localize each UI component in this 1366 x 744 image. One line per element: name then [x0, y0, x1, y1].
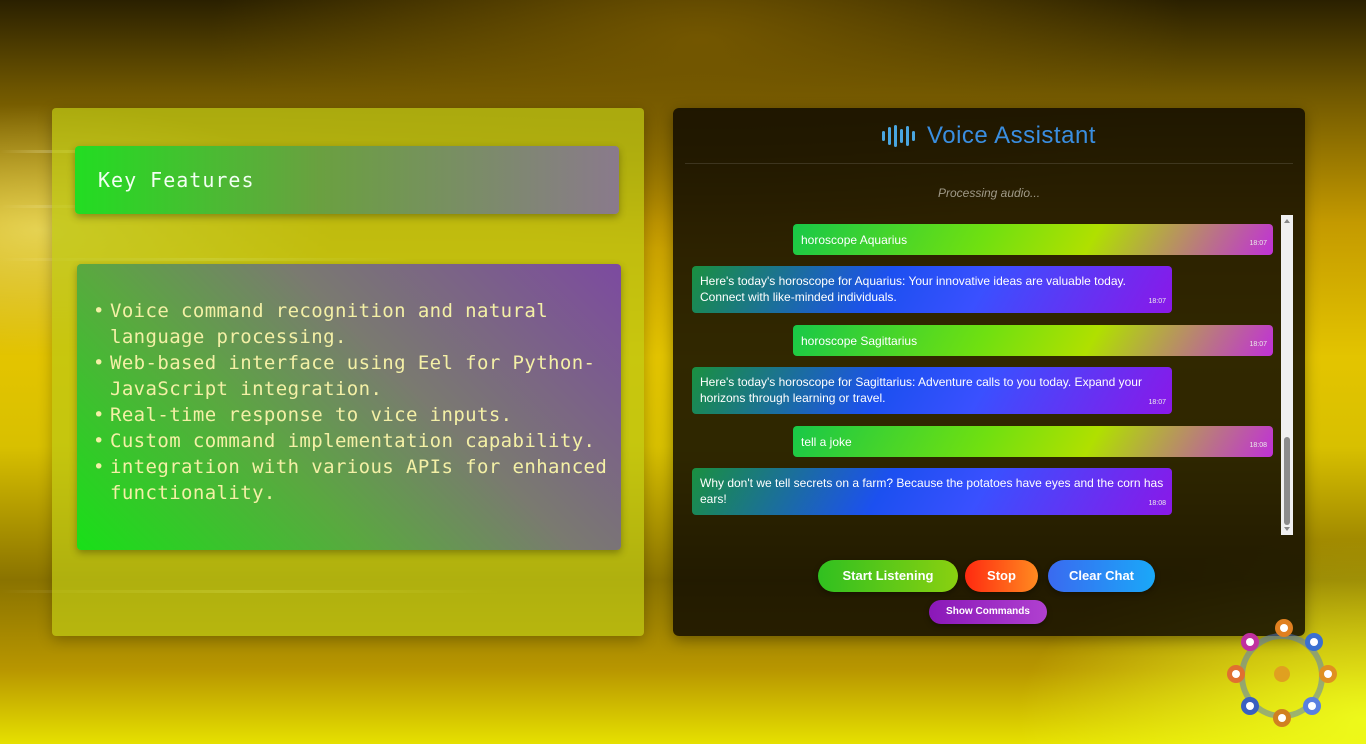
feature-item: Custom command implementation capability…	[93, 428, 611, 454]
bot-message: Here's today's horoscope for Aquarius: Y…	[692, 266, 1172, 313]
message-text: tell a joke	[801, 435, 852, 449]
user-message: horoscope Aquarius 18:07	[793, 224, 1273, 255]
scroll-down-arrow-icon[interactable]	[1284, 527, 1290, 531]
message-time: 18:07	[1148, 399, 1166, 406]
message-time: 18:07	[1249, 240, 1267, 247]
scroll-up-arrow-icon[interactable]	[1284, 219, 1290, 223]
clear-chat-button[interactable]: Clear Chat	[1048, 560, 1155, 592]
message-time: 18:08	[1249, 442, 1267, 449]
assistant-header: Voice Assistant	[685, 108, 1293, 164]
features-list: Voice command recognition and natural la…	[93, 298, 611, 506]
feature-item: Web-based interface using Eel for Python…	[93, 350, 611, 402]
message-text: Here's today's horoscope for Aquarius: Y…	[700, 274, 1126, 304]
sound-wave-icon	[882, 124, 916, 147]
message-text: Here's today's horoscope for Sagittarius…	[700, 375, 1142, 405]
message-text: horoscope Sagittarius	[801, 334, 918, 348]
scroll-thumb[interactable]	[1284, 437, 1290, 525]
chat-area[interactable]: horoscope Aquarius 18:07 Here's today's …	[685, 215, 1293, 535]
user-message: tell a joke 18:08	[793, 426, 1273, 457]
message-time: 18:07	[1249, 341, 1267, 348]
features-body: Voice command recognition and natural la…	[77, 264, 621, 550]
message-time: 18:07	[1148, 298, 1166, 305]
feature-item: Real-time response to vice inputs.	[93, 402, 611, 428]
message-text: horoscope Aquarius	[801, 233, 908, 247]
status-text: Processing audio...	[937, 186, 1041, 200]
stop-button[interactable]: Stop	[965, 560, 1038, 592]
assistant-title: Voice Assistant	[927, 121, 1096, 149]
user-message: horoscope Sagittarius 18:07	[793, 325, 1273, 356]
show-commands-button[interactable]: Show Commands	[929, 600, 1047, 624]
features-title: Key Features	[98, 168, 255, 192]
feature-item: integration with various APIs for enhanc…	[93, 454, 611, 506]
features-header: Key Features	[75, 146, 619, 214]
bot-message: Why don't we tell secrets on a farm? Bec…	[692, 468, 1172, 515]
message-time: 18:08	[1148, 500, 1166, 507]
features-panel: Key Features Voice command recognition a…	[52, 108, 644, 636]
chat-scrollbar[interactable]	[1281, 215, 1293, 535]
feature-item: Voice command recognition and natural la…	[93, 298, 611, 350]
start-listening-button[interactable]: Start Listening	[818, 560, 958, 592]
voice-assistant-panel: Voice Assistant Processing audio... horo…	[673, 108, 1305, 636]
bot-message: Here's today's horoscope for Sagittarius…	[692, 367, 1172, 414]
message-text: Why don't we tell secrets on a farm? Bec…	[700, 476, 1164, 506]
robots-logo-icon	[1227, 619, 1337, 727]
